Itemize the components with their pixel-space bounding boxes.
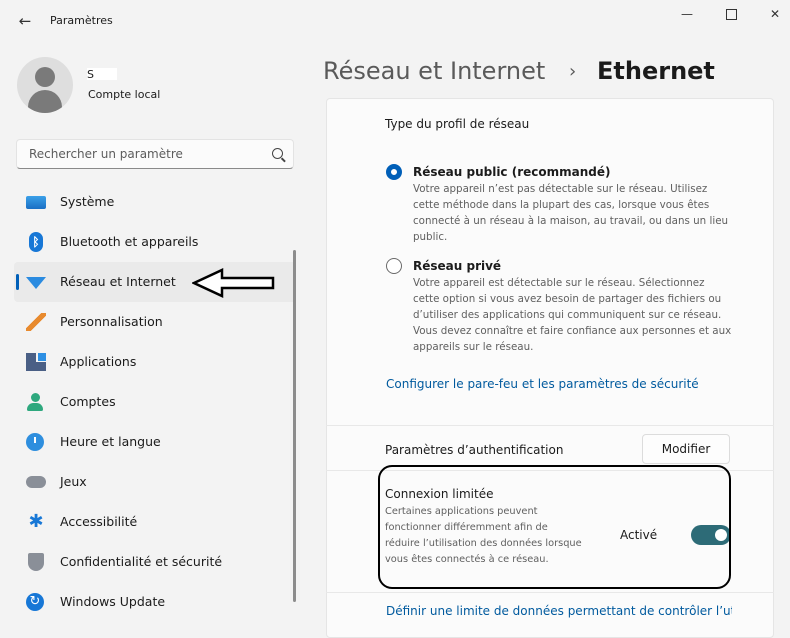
- sidebar-item-label: Personnalisation: [60, 314, 163, 329]
- sidebar-item-label: Comptes: [60, 394, 116, 409]
- brush-icon: [26, 313, 46, 331]
- sidebar-item-label: Bluetooth et appareils: [60, 234, 199, 249]
- monitor-icon: [26, 196, 46, 209]
- search-box[interactable]: [16, 139, 294, 169]
- sidebar-item-confidentialite[interactable]: Confidentialité et sécurité: [14, 542, 296, 582]
- auth-settings-label: Paramètres d’authentification: [385, 443, 564, 457]
- sidebar-item-bluetooth[interactable]: ᛒ Bluetooth et appareils: [14, 222, 296, 262]
- radio-private-description: Votre appareil est détectable sur le rés…: [413, 277, 732, 353]
- avatar[interactable]: [17, 57, 73, 113]
- update-icon: ↻: [26, 593, 44, 611]
- active-indicator: [16, 274, 19, 290]
- chevron-right-icon: ›: [569, 61, 577, 82]
- avatar-head-icon: [35, 67, 55, 87]
- breadcrumb-parent[interactable]: Réseau et Internet: [323, 57, 545, 85]
- wifi-icon: [26, 277, 46, 289]
- radio-public[interactable]: [386, 164, 402, 180]
- sidebar-item-label: Réseau et Internet: [60, 274, 176, 289]
- back-arrow-icon[interactable]: ←: [14, 10, 36, 32]
- divider: [326, 425, 774, 426]
- shield-icon: [28, 553, 44, 571]
- sidebar-item-label: Jeux: [60, 474, 87, 489]
- page-title: Ethernet: [597, 57, 715, 85]
- search-icon[interactable]: [272, 148, 283, 159]
- app-title: Paramètres: [50, 14, 113, 27]
- sidebar-nav: Système ᛒ Bluetooth et appareils Réseau …: [14, 182, 296, 622]
- maximize-icon: [725, 9, 737, 20]
- accessibility-icon: ✱: [28, 511, 44, 532]
- sidebar-item-label: Windows Update: [60, 594, 166, 609]
- user-name: S: [87, 68, 117, 81]
- sidebar-item-windows-update[interactable]: ↻ Windows Update: [14, 582, 296, 622]
- sidebar-item-accessibilite[interactable]: ✱ Accessibilité: [14, 502, 296, 542]
- gamepad-icon: [26, 476, 46, 488]
- sidebar-item-label: Applications: [60, 354, 137, 369]
- radio-public-description: Votre appareil n’est pas détectable sur …: [413, 183, 729, 243]
- account-type: Compte local: [88, 88, 161, 101]
- sidebar-item-personnalisation[interactable]: Personnalisation: [14, 302, 296, 342]
- sidebar-item-jeux[interactable]: Jeux: [14, 462, 296, 502]
- avatar-body-icon: [28, 90, 62, 113]
- radio-private-label[interactable]: Réseau privé: [413, 259, 501, 273]
- sidebar-item-applications[interactable]: Applications: [14, 342, 296, 382]
- firewall-link[interactable]: Configurer le pare-feu et les paramètres…: [386, 377, 699, 391]
- title-bar: ← Paramètres — ✕: [0, 0, 790, 44]
- sidebar-item-label: Heure et langue: [60, 434, 161, 449]
- user-icon: [26, 393, 44, 411]
- apps-icon: [26, 353, 46, 371]
- clock-icon: [26, 433, 44, 451]
- search-input[interactable]: [27, 146, 266, 162]
- sidebar-item-label: Système: [60, 194, 115, 209]
- sidebar-scrollbar[interactable]: [293, 250, 296, 602]
- sidebar-item-label: Accessibilité: [60, 514, 138, 529]
- sidebar-item-label: Confidentialité et sécurité: [60, 554, 223, 569]
- bluetooth-icon: ᛒ: [29, 232, 43, 252]
- radio-private[interactable]: [386, 258, 402, 274]
- sidebar-item-comptes[interactable]: Comptes: [14, 382, 296, 422]
- sidebar-item-systeme[interactable]: Système: [14, 182, 296, 222]
- maximize-button[interactable]: [708, 4, 754, 24]
- annotation-highlight-box: [378, 465, 731, 589]
- divider: [326, 592, 774, 593]
- close-button[interactable]: ✕: [752, 4, 790, 24]
- data-limit-link[interactable]: Définir une limite de données permettant…: [386, 604, 732, 618]
- sidebar-item-heure-langue[interactable]: Heure et langue: [14, 422, 296, 462]
- minimize-button[interactable]: —: [664, 4, 710, 24]
- radio-public-label[interactable]: Réseau public (recommandé): [413, 165, 610, 179]
- modify-button[interactable]: Modifier: [642, 434, 730, 464]
- annotation-arrow-icon: [192, 268, 275, 298]
- profile-section-title: Type du profil de réseau: [385, 117, 530, 131]
